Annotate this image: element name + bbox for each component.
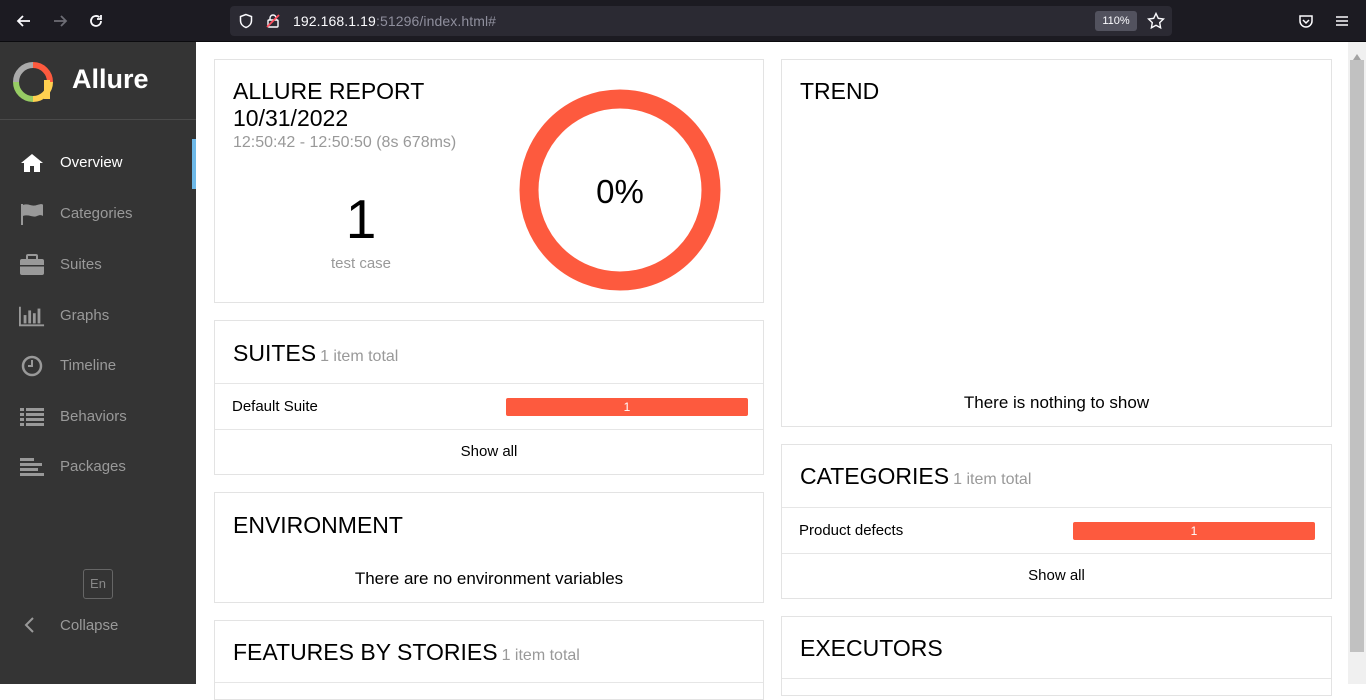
features-title: FEATURES BY STORIES	[233, 639, 498, 665]
environment-widget: ENVIRONMENT There are no environment var…	[214, 492, 764, 603]
forward-arrow-icon[interactable]	[48, 9, 72, 33]
trend-empty-message: There is nothing to show	[963, 393, 1150, 412]
url-host: 192.168.1.19	[293, 13, 376, 29]
sidebar-item-label: Behaviors	[60, 408, 127, 425]
report-time-range: 12:50:42 - 12:50:50 (8s 678ms)	[233, 134, 457, 151]
features-header: FEATURES BY STORIES 1 item total	[233, 639, 580, 666]
environment-title: ENVIRONMENT	[233, 512, 403, 538]
bookmark-star-icon[interactable]	[1146, 11, 1166, 35]
features-count: 1 item total	[501, 647, 580, 664]
sidebar-item-label: Suites	[60, 256, 102, 273]
app-menu-icon[interactable]	[1330, 9, 1354, 33]
page-scrollbar[interactable]	[1348, 42, 1366, 684]
report-title: ALLURE REPORT	[233, 78, 425, 104]
brand[interactable]: Allure	[0, 42, 196, 120]
divider	[782, 678, 1331, 679]
sidebar-item-label: Packages	[60, 458, 126, 475]
executors-title: EXECUTORS	[800, 635, 943, 661]
clock-icon	[19, 354, 45, 378]
sidebar-item-timeline[interactable]: Timeline	[0, 344, 196, 388]
reload-icon[interactable]	[84, 9, 108, 33]
suites-count: 1 item total	[320, 348, 399, 365]
flag-icon	[19, 202, 45, 226]
sidebar-item-label: Timeline	[60, 357, 117, 374]
url-path: :51296/index.html#	[375, 13, 497, 29]
briefcase-icon	[19, 253, 45, 277]
url-text[interactable]: 192.168.1.19:51296/index.html#	[293, 13, 496, 29]
sidebar-item-label: Overview	[60, 154, 123, 171]
categories-show-all-link[interactable]: Show all	[782, 567, 1331, 584]
success-rate-value: 0%	[596, 173, 644, 210]
categories-header: CATEGORIES 1 item total	[800, 463, 1031, 490]
sidebar: Allure Overview Categories Suites Graphs…	[0, 42, 196, 684]
suites-show-all-link[interactable]: Show all	[215, 443, 763, 460]
sidebar-item-packages[interactable]: Packages	[0, 445, 196, 489]
sidebar-item-categories[interactable]: Categories	[0, 192, 196, 236]
back-arrow-icon[interactable]	[12, 9, 36, 33]
shield-icon[interactable]	[238, 13, 254, 34]
suite-name: Default Suite	[232, 398, 318, 415]
brand-name: Allure	[72, 64, 149, 94]
divider	[215, 682, 763, 683]
suites-title: SUITES	[233, 340, 317, 366]
executors-widget: EXECUTORS	[781, 616, 1332, 696]
features-widget: FEATURES BY STORIES 1 item total	[214, 620, 764, 700]
test-case-label: test case	[330, 255, 392, 272]
bar-chart-icon	[19, 304, 45, 328]
divider	[782, 553, 1331, 554]
allure-logo-icon	[13, 62, 53, 107]
address-bar[interactable]: 192.168.1.19:51296/index.html# 110%	[230, 6, 1172, 36]
categories-title: CATEGORIES	[800, 463, 950, 489]
list-icon	[19, 405, 45, 429]
sidebar-item-label: Categories	[60, 205, 133, 222]
categories-count: 1 item total	[953, 471, 1032, 488]
sidebar-item-behaviors[interactable]: Behaviors	[0, 395, 196, 439]
table-row[interactable]: Product defects 1	[782, 508, 1331, 553]
summary-widget: ALLURE REPORT 10/31/2022 12:50:42 - 12:5…	[214, 59, 764, 303]
table-row[interactable]: Default Suite 1	[215, 384, 763, 429]
sidebar-item-overview[interactable]: Overview	[0, 139, 196, 189]
trend-title: TREND	[800, 78, 880, 104]
collapse-label: Collapse	[60, 617, 119, 634]
browser-toolbar: 192.168.1.19:51296/index.html# 110%	[0, 0, 1366, 42]
scrollbar-thumb[interactable]	[1350, 60, 1364, 652]
divider	[215, 429, 763, 430]
pocket-icon[interactable]	[1294, 9, 1318, 33]
suites-widget: SUITES 1 item total Default Suite 1 Show …	[214, 320, 764, 475]
categories-widget: CATEGORIES 1 item total Product defects 1…	[781, 444, 1332, 599]
insecure-lock-icon[interactable]	[265, 13, 281, 34]
report-date: 10/31/2022	[233, 105, 349, 131]
test-case-count: 1	[345, 188, 377, 250]
chevron-left-icon	[22, 616, 36, 638]
sidebar-item-label: Graphs	[60, 307, 110, 324]
sidebar-item-suites[interactable]: Suites	[0, 243, 196, 287]
zoom-level-badge[interactable]: 110%	[1095, 11, 1137, 31]
sidebar-item-graphs[interactable]: Graphs	[0, 294, 196, 338]
suites-header: SUITES 1 item total	[233, 340, 398, 367]
trend-widget: TREND There is nothing to show	[781, 59, 1332, 427]
language-switch-button[interactable]: En	[83, 569, 113, 599]
environment-empty-message: There are no environment variables	[354, 569, 624, 588]
category-failed-bar: 1	[1073, 522, 1315, 540]
home-icon	[19, 151, 45, 175]
collapse-button[interactable]: Collapse	[0, 608, 196, 644]
align-left-icon	[19, 455, 45, 479]
category-name: Product defects	[799, 522, 904, 539]
suite-failed-bar: 1	[506, 398, 748, 416]
